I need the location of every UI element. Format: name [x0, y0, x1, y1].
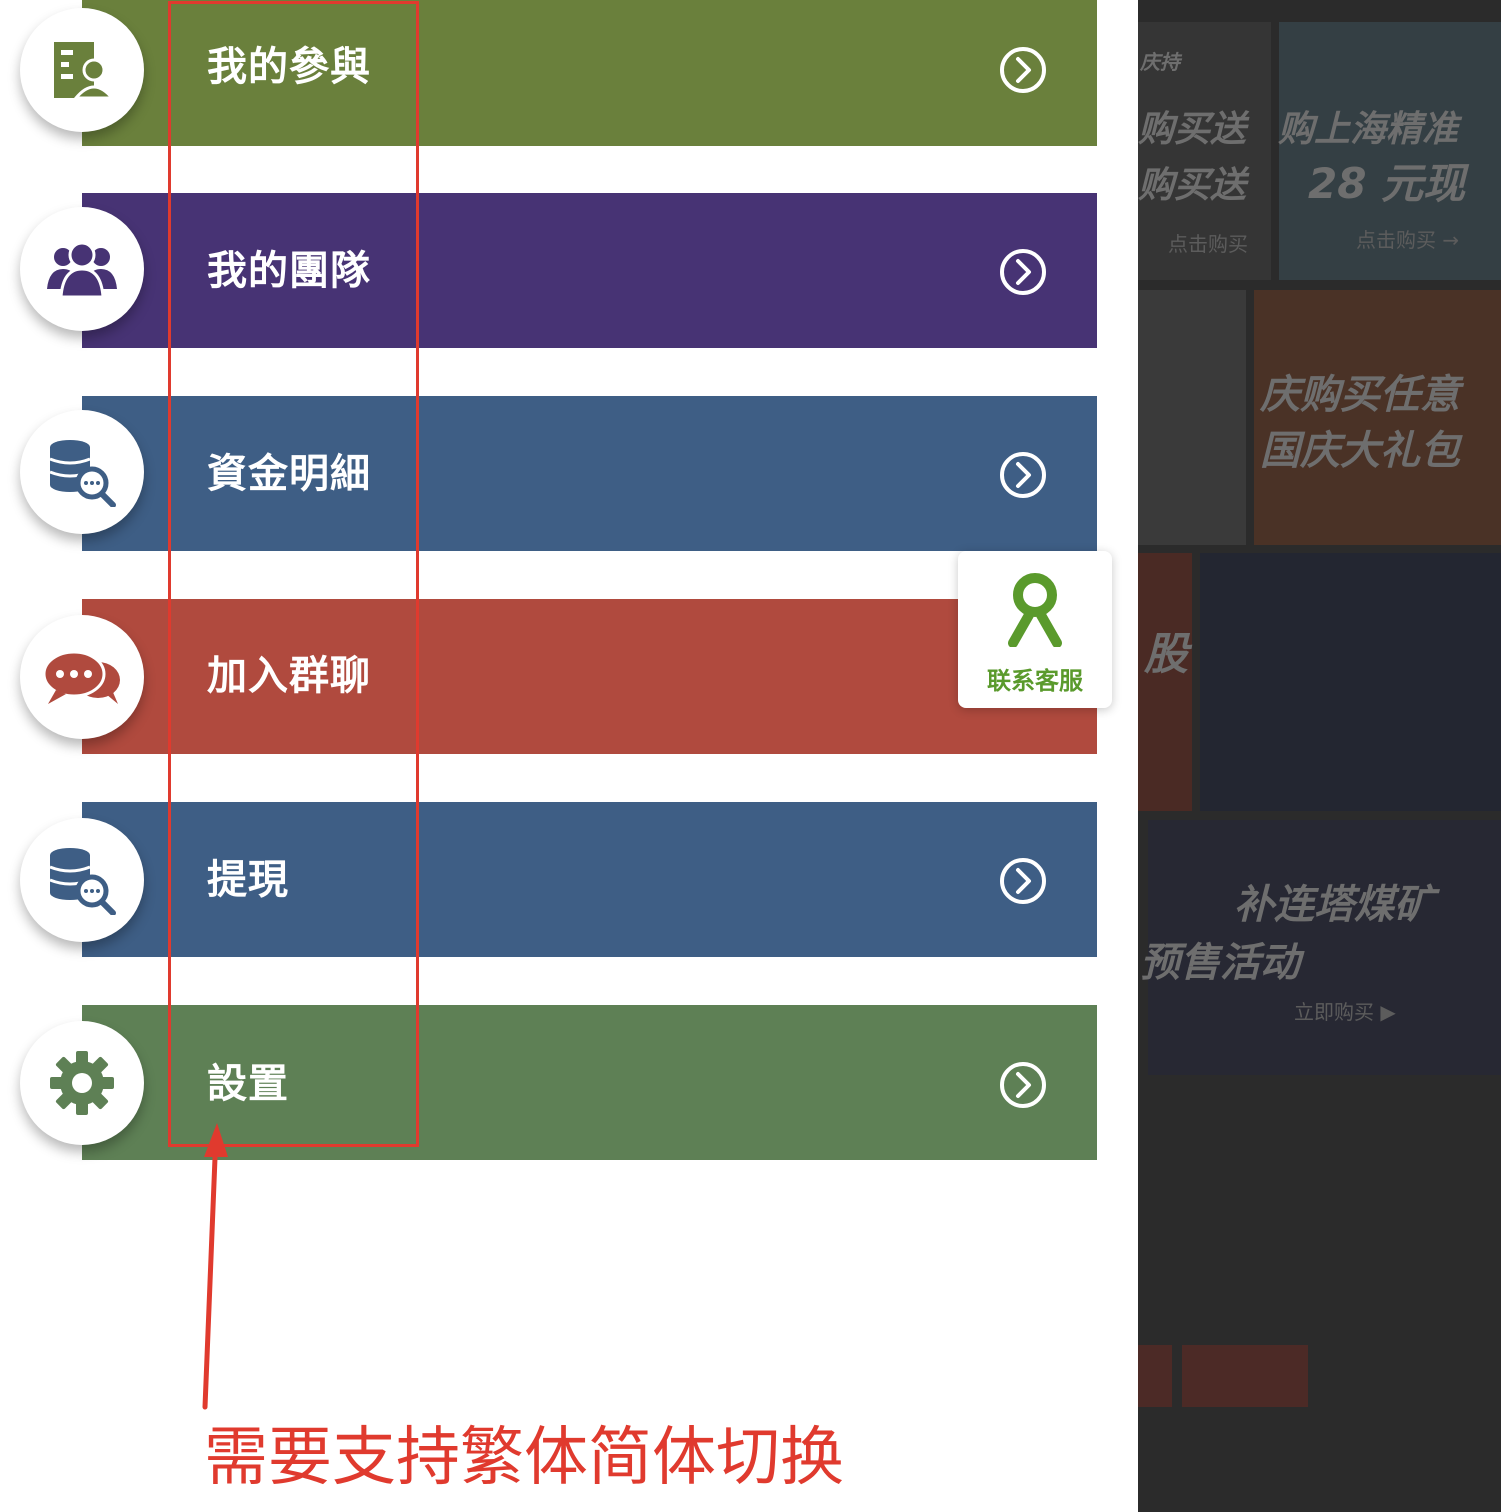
promo-text: 庆持 — [1140, 50, 1180, 74]
menu-item-icon-badge — [20, 1021, 144, 1145]
promo-text: 点击购买 → — [1356, 228, 1460, 252]
promo-text: 购上海精准 — [1278, 109, 1459, 150]
promo-text: 预售活动 — [1140, 940, 1300, 986]
team-users-icon — [47, 241, 117, 299]
database-search-icon — [49, 440, 116, 507]
side-drawer: 我的參與 我的團隊 資金明細 加入群聊 提現 設置 联系客服 需要支持繁体简体切… — [0, 0, 1138, 1512]
chevron-right-circle-icon — [1000, 1062, 1046, 1108]
annotation-highlight-box — [168, 1, 419, 1147]
promo-text: 点击购买 — [1168, 232, 1248, 256]
promo-card — [1138, 1345, 1172, 1407]
promo-text: 购买送 — [1138, 109, 1247, 150]
promo-card — [1138, 553, 1192, 811]
menu-item-icon-badge — [20, 207, 144, 331]
database-search-icon — [49, 848, 116, 915]
promo-card — [1182, 1345, 1308, 1407]
menu-item-icon-badge — [20, 8, 144, 132]
chat-bubbles-icon — [42, 650, 120, 704]
promo-text: 28 元现 — [1308, 159, 1466, 208]
menu-item-icon-badge — [20, 615, 144, 739]
menu-item-icon-badge — [20, 410, 144, 534]
chevron-right-circle-icon — [1000, 249, 1046, 295]
promo-text: 国庆大礼包 — [1260, 428, 1460, 474]
customer-service-label: 联系客服 — [987, 667, 1083, 695]
dimmed-background-page[interactable]: 庆持 购买送 购上海精准 购买送 28 元现 点击购买 点击购买 → 庆购买任意… — [1138, 0, 1501, 1512]
promo-text: 庆购买任意 — [1260, 372, 1460, 418]
customer-service-button[interactable]: 联系客服 — [958, 551, 1112, 708]
promo-card — [1200, 553, 1501, 811]
chevron-right-circle-icon — [1000, 858, 1046, 904]
participation-doc-icon — [54, 42, 114, 100]
gear-icon — [50, 1051, 114, 1115]
customer-service-icon — [1008, 573, 1062, 647]
chevron-right-circle-icon — [1000, 452, 1046, 498]
annotation-arrow — [202, 1123, 228, 1410]
promo-text: 购买送 — [1138, 165, 1247, 206]
promo-text: 补连塔煤矿 — [1234, 882, 1434, 928]
promo-card — [1138, 290, 1246, 545]
promo-text: 股 — [1144, 629, 1188, 680]
promo-text: 立即购买 ▶ — [1294, 1000, 1396, 1024]
chevron-right-circle-icon — [1000, 47, 1046, 93]
annotation-note: 需要支持繁体简体切换 — [204, 1421, 844, 1495]
menu-item-icon-badge — [20, 818, 144, 942]
